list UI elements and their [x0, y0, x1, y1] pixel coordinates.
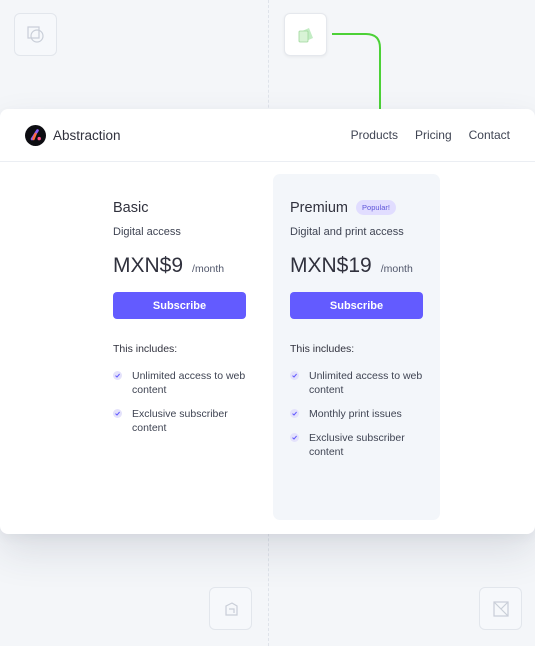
nav-links: Products Pricing Contact — [334, 128, 510, 142]
includes-heading: This includes: — [113, 343, 178, 355]
plan-period: /month — [192, 263, 225, 275]
popular-badge: Popular! — [356, 200, 396, 215]
feature-text: Unlimited access to web content — [132, 370, 246, 396]
plan-basic: Basic Digital access MXN$9 /month Subscr… — [113, 199, 246, 445]
brand-name[interactable]: Abstraction — [53, 128, 121, 143]
subscribe-premium-button[interactable]: Subscribe — [290, 292, 423, 319]
feature-text: Monthly print issues — [309, 408, 402, 420]
check-icon — [290, 433, 299, 442]
nav-link-products[interactable]: Products — [351, 128, 398, 142]
list-item: Exclusive subscriber content — [290, 431, 423, 459]
check-icon — [113, 409, 122, 418]
plan-name: Basic — [113, 199, 149, 216]
list-item: Unlimited access to web content — [290, 369, 423, 397]
plan-price: MXN$19 — [290, 254, 372, 277]
check-icon — [290, 371, 299, 380]
document-icon — [284, 13, 327, 56]
feature-text: Exclusive subscriber content — [309, 432, 405, 458]
plan-subtitle: Digital and print access — [290, 226, 404, 238]
plan-premium: Premium Popular! Digital and print acces… — [290, 199, 423, 469]
brand-logo-icon[interactable] — [25, 124, 46, 146]
nav-link-pricing[interactable]: Pricing — [415, 128, 452, 142]
feature-list: Unlimited access to web content Exclusiv… — [113, 369, 246, 435]
includes-heading: This includes: — [290, 343, 355, 355]
plan-period: /month — [380, 263, 413, 275]
frame-icon — [479, 587, 522, 630]
check-icon — [290, 409, 299, 418]
connector-line — [332, 33, 381, 112]
plan-name: Premium — [290, 199, 349, 216]
layers-icon — [209, 587, 252, 630]
check-icon — [113, 371, 122, 380]
shape-icon — [14, 13, 57, 56]
pricing-card: Abstraction Products Pricing Contact Bas… — [0, 109, 535, 534]
subscribe-basic-button[interactable]: Subscribe — [113, 292, 246, 319]
nav-link-contact[interactable]: Contact — [469, 128, 510, 142]
plan-subtitle: Digital access — [113, 226, 181, 238]
plan-price: MXN$9 — [113, 254, 184, 277]
feature-text: Exclusive subscriber content — [132, 408, 228, 434]
feature-list: Unlimited access to web content Monthly … — [290, 369, 423, 459]
navbar: Abstraction Products Pricing Contact — [0, 109, 535, 162]
list-item: Monthly print issues — [290, 407, 423, 421]
feature-text: Unlimited access to web content — [309, 370, 423, 396]
list-item: Unlimited access to web content — [113, 369, 246, 397]
list-item: Exclusive subscriber content — [113, 407, 246, 435]
